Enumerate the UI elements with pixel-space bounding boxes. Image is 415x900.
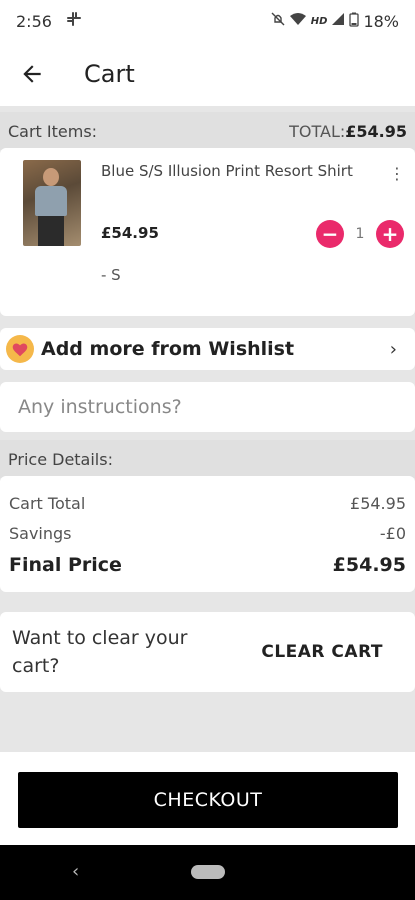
arrow-back-icon xyxy=(23,65,41,83)
price-details-header: Price Details: xyxy=(0,440,415,478)
checkout-bar: CHECKOUT xyxy=(0,752,415,845)
signal-icon xyxy=(331,12,345,30)
final-price-value: £54.95 xyxy=(332,554,406,576)
final-price-label: Final Price xyxy=(9,554,122,576)
chevron-right-icon: › xyxy=(389,338,397,360)
product-image[interactable] xyxy=(23,160,81,246)
price-details-card: Cart Total £54.95 Savings -£0 Final Pric… xyxy=(0,476,415,592)
instructions-input[interactable] xyxy=(18,396,397,418)
quantity-stepper: − 1 + xyxy=(316,220,404,248)
back-button[interactable] xyxy=(0,42,64,106)
savings-label: Savings xyxy=(9,523,72,543)
cart-total-label: Cart Total xyxy=(9,493,86,513)
quantity-value: 1 xyxy=(355,226,365,242)
status-bar: 2:56 HD 18% xyxy=(0,0,415,42)
nav-back-icon[interactable]: ‹ xyxy=(72,861,79,882)
product-price: £54.95 xyxy=(101,224,159,242)
page-title: Cart xyxy=(84,60,135,88)
instructions-card xyxy=(0,382,415,432)
hd-icon: HD xyxy=(310,15,328,27)
status-time: 2:56 xyxy=(16,11,52,31)
more-options-icon[interactable]: ⋮ xyxy=(389,164,405,183)
increase-quantity-button[interactable]: + xyxy=(376,220,404,248)
slack-icon xyxy=(66,11,82,31)
mute-icon xyxy=(271,12,285,30)
product-size: - S xyxy=(101,266,121,284)
nav-home-pill[interactable] xyxy=(191,865,225,879)
product-name[interactable]: Blue S/S Illusion Print Resort Shirt xyxy=(101,162,353,180)
wishlist-label: Add more from Wishlist xyxy=(41,338,295,360)
checkout-button[interactable]: CHECKOUT xyxy=(18,772,398,828)
cart-total-summary: TOTAL:£54.95 xyxy=(289,122,407,141)
savings-row: Savings -£0 xyxy=(9,518,406,548)
battery-percent: 18% xyxy=(363,11,399,31)
system-nav-bar: ‹ xyxy=(0,845,415,900)
cart-items-header: Cart Items: TOTAL:£54.95 xyxy=(0,112,415,150)
cart-items-label: Cart Items: xyxy=(8,121,98,141)
final-price-row: Final Price £54.95 xyxy=(9,548,406,582)
total-label: TOTAL: xyxy=(289,121,346,141)
cart-total-row: Cart Total £54.95 xyxy=(9,488,406,518)
add-from-wishlist-button[interactable]: Add more from Wishlist › xyxy=(0,328,415,370)
decrease-quantity-button[interactable]: − xyxy=(316,220,344,248)
price-details-label: Price Details: xyxy=(8,449,113,469)
status-icons: HD 18% xyxy=(271,12,399,31)
app-bar: Cart xyxy=(0,42,415,106)
heart-icon xyxy=(6,335,34,363)
battery-icon xyxy=(349,12,360,31)
clear-cart-button[interactable]: CLEAR CART xyxy=(261,642,383,662)
total-value: £54.95 xyxy=(345,121,407,141)
wifi-icon xyxy=(289,12,307,30)
cart-total-value: £54.95 xyxy=(350,493,406,513)
clear-cart-prompt: Want to clear your cart? xyxy=(12,627,188,677)
clear-cart-card: Want to clear your cart? CLEAR CART xyxy=(0,612,415,692)
savings-value: -£0 xyxy=(379,523,406,543)
